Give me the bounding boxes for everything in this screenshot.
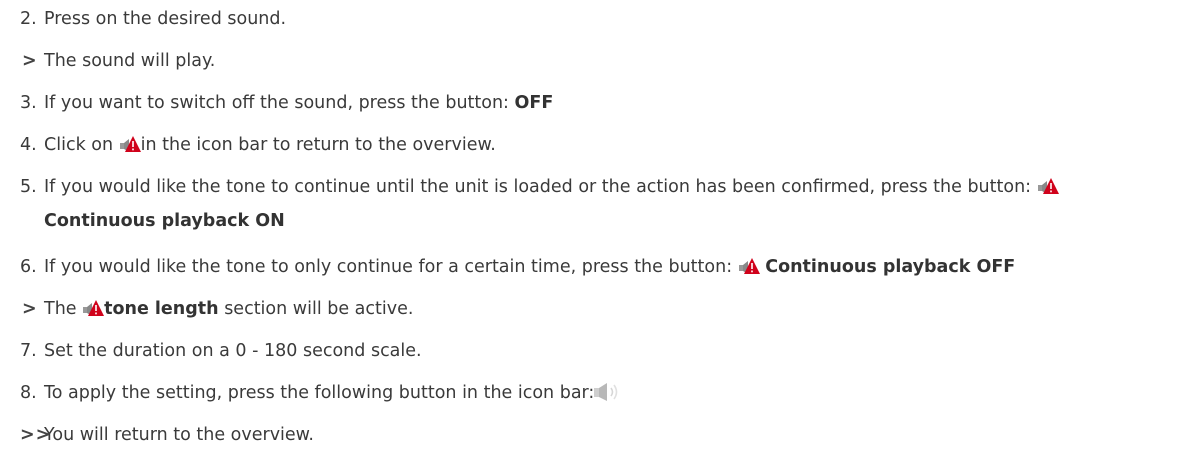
step-text-pre: If you want to switch off the sound, pre… xyxy=(44,93,515,113)
step-text: If you would like the tone to continue u… xyxy=(44,170,1154,238)
button-name-continuous-on: Continuous playback ON xyxy=(44,211,285,231)
alarm-speaker-icon xyxy=(119,135,141,153)
step-text: If you want to switch off the sound, pre… xyxy=(44,86,1175,120)
step-text-pre: The xyxy=(44,299,83,319)
speaker-icon xyxy=(594,380,624,401)
result-text: You will return to the overview. xyxy=(44,425,314,445)
step-text-pre: Click on xyxy=(44,135,119,155)
result-text: The sound will play. xyxy=(44,51,216,71)
step-5: 5. If you would like the tone to continu… xyxy=(0,170,1183,238)
step-text-post: section will be active. xyxy=(218,299,414,319)
step-text-pre: If you would like the tone to only conti… xyxy=(44,257,738,277)
step-text-pre: To apply the setting, press the followin… xyxy=(44,383,595,403)
step-text: Click on in the icon bar to return to th… xyxy=(44,128,1175,162)
button-name-continuous-off: Continuous playback OFF xyxy=(765,257,1016,277)
button-name-off: OFF xyxy=(514,93,554,113)
alarm-speaker-icon xyxy=(738,257,760,275)
step-text: Press on the desired sound. xyxy=(44,9,287,29)
result-text: The tone length section will be active. xyxy=(44,292,1175,326)
step-text: If you would like the tone to only conti… xyxy=(44,250,1175,284)
instructions-document: 2. Press on the desired sound. > The sou… xyxy=(0,0,1183,466)
step-text: Set the duration on a 0 - 180 second sca… xyxy=(44,341,422,361)
section-name-tone-length: tone length xyxy=(104,299,219,319)
step-text: To apply the setting, press the followin… xyxy=(44,376,1175,410)
step-text-post: in the icon bar to return to the overvie… xyxy=(140,135,496,155)
alarm-speaker-icon xyxy=(1037,177,1059,195)
step-text-pre: If you would like the tone to continue u… xyxy=(44,177,1037,197)
alarm-speaker-icon xyxy=(82,299,105,317)
